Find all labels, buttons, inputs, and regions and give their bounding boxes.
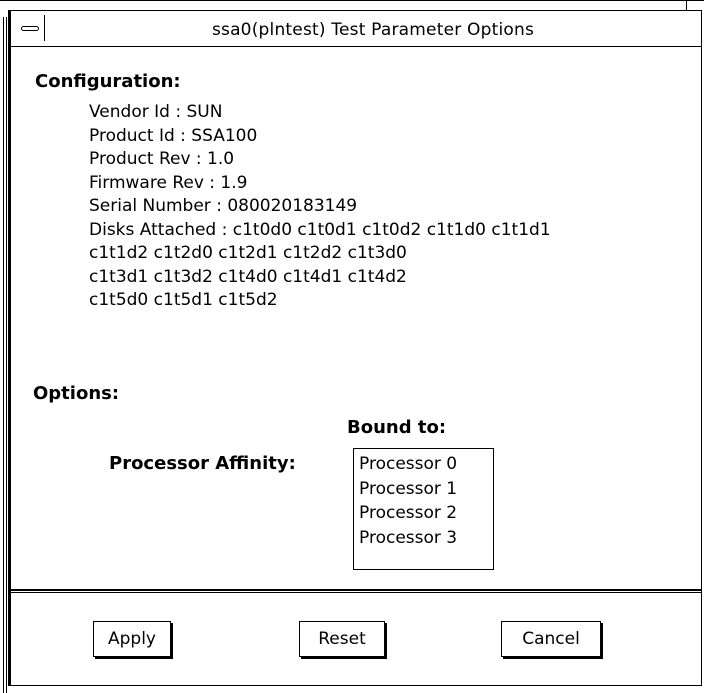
product-rev: Product Rev : 1.0: [89, 149, 235, 169]
processor-item[interactable]: Processor 3: [359, 526, 493, 551]
disks-attached-cont-3: c1t5d0 c1t5d1 c1t5d2: [89, 290, 278, 310]
processor-item[interactable]: Processor 0: [359, 452, 493, 477]
screen-top-border: [0, 0, 704, 1]
button-area-divider: [11, 589, 701, 593]
dialog-window: ssa0(plntest) Test Parameter Options Con…: [3, 10, 702, 693]
options-heading: Options:: [33, 383, 120, 404]
vendor-id: Vendor Id : SUN: [89, 102, 223, 122]
disks-attached: Disks Attached : c1t0d0 c1t0d1 c1t0d2 c1…: [89, 219, 551, 240]
processor-list[interactable]: Processor 0 Processor 1 Processor 2 Proc…: [353, 448, 494, 570]
processor-affinity-label: Processor Affinity:: [109, 453, 296, 474]
processor-item[interactable]: Processor 2: [359, 501, 493, 526]
bound-to-label: Bound to:: [347, 417, 447, 438]
reset-button[interactable]: Reset: [299, 621, 385, 657]
window-title: ssa0(plntest) Test Parameter Options: [211, 20, 535, 40]
title-bar: ssa0(plntest) Test Parameter Options: [11, 11, 701, 47]
apply-button[interactable]: Apply: [93, 621, 171, 657]
window-menu-button[interactable]: [17, 15, 45, 41]
window-menu-icon: [21, 26, 39, 31]
processor-item[interactable]: Processor 1: [359, 477, 493, 502]
serial-number: Serial Number : 080020183149: [89, 196, 358, 216]
configuration-heading: Configuration:: [35, 71, 181, 92]
cancel-button[interactable]: Cancel: [501, 621, 601, 657]
configuration-details: Vendor Id : SUN Product Id : SSA100 Prod…: [89, 101, 551, 313]
frame-tick: [686, 0, 687, 10]
disks-attached-cont-2: c1t3d1 c1t3d2 c1t4d0 c1t4d1 c1t4d2: [89, 266, 407, 287]
product-id: Product Id : SSA100: [89, 125, 258, 146]
disks-attached-cont-1: c1t1d2 c1t2d0 c1t2d1 c1t2d2 c1t3d0: [89, 243, 407, 263]
firmware-rev: Firmware Rev : 1.9: [89, 172, 248, 193]
